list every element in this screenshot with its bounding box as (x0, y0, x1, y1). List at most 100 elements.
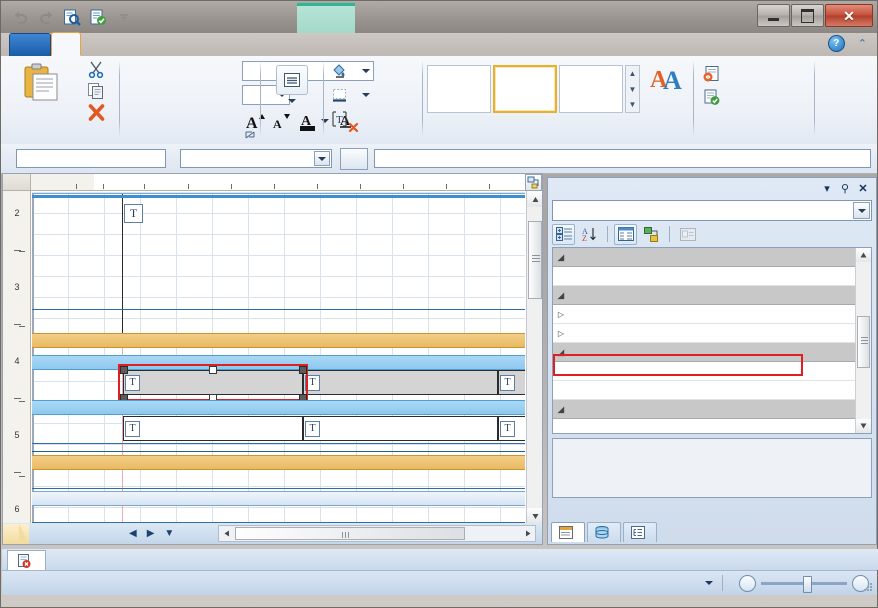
pin-icon[interactable]: ⚲ (838, 181, 852, 195)
close-icon[interactable]: ✕ (856, 181, 870, 195)
zoom-thumb[interactable] (803, 576, 812, 593)
close-button[interactable]: ✕ (825, 4, 873, 27)
scroll-thumb-horizontal[interactable] (235, 527, 465, 540)
scroll-down-icon[interactable] (856, 419, 871, 433)
detail-cell-2[interactable]: T (303, 416, 498, 441)
page-list-icon[interactable]: ▼ (164, 528, 174, 539)
expander-icon[interactable]: ◢ (553, 348, 569, 357)
property-row-name[interactable] (553, 267, 871, 286)
expander-icon[interactable]: ◢ (553, 405, 569, 414)
detail-cell-3[interactable]: T (498, 416, 525, 441)
undo-icon[interactable] (9, 7, 31, 28)
font-dialog-launcher[interactable] (245, 131, 256, 142)
events-view-button[interactable] (640, 224, 663, 245)
tab-view[interactable] (141, 33, 171, 56)
tab-datasources[interactable] (587, 522, 621, 542)
tab-documenttree[interactable] (623, 522, 657, 542)
band-end-databand1[interactable] (32, 455, 525, 470)
expander-icon[interactable]: ◢ (553, 253, 569, 262)
paste-objects-button[interactable] (9, 59, 73, 105)
categorized-view-button[interactable] (552, 224, 575, 245)
border-button[interactable] (331, 87, 370, 103)
property-category-navigation[interactable]: ◢ (553, 343, 871, 362)
formula-button[interactable] (340, 148, 368, 170)
ruler-options-button[interactable] (525, 174, 542, 191)
property-category-render[interactable]: ◢ (553, 400, 871, 419)
style-item-2[interactable] (493, 65, 557, 113)
header-cell-city[interactable]: T (303, 370, 498, 395)
expander-icon[interactable]: ▷ (553, 310, 569, 319)
properties-view-button[interactable] (614, 224, 637, 245)
property-row-cangrow[interactable] (553, 419, 871, 434)
binding-combo[interactable] (180, 149, 332, 168)
formula-input[interactable] (374, 149, 871, 168)
page-prev-icon[interactable]: ◀ (129, 528, 137, 539)
validate-icon[interactable] (87, 7, 109, 28)
alphabetical-view-button[interactable]: A Z (578, 224, 601, 245)
units-selector[interactable] (700, 581, 722, 585)
scroll-up-icon[interactable] (856, 248, 871, 262)
property-row-location[interactable]: ▷ (553, 305, 871, 324)
script-browser-button[interactable] (703, 65, 725, 82)
cut-button[interactable] (87, 60, 105, 81)
property-category-layout[interactable]: ◢ (553, 286, 871, 305)
copy-button[interactable] (87, 82, 105, 103)
binding-dropdown-button[interactable] (314, 151, 330, 166)
canvas-vertical-scrollbar[interactable] (526, 191, 542, 524)
band-detail1[interactable] (32, 400, 525, 415)
canvas-horizontal-scrollbar[interactable] (218, 525, 536, 542)
redo-icon[interactable] (35, 7, 57, 28)
styles-scroll-down-icon[interactable]: ▼ (626, 82, 639, 97)
scroll-thumb[interactable] (857, 316, 870, 368)
zoom-slider[interactable] (739, 575, 877, 592)
property-row-hyperlink[interactable] (553, 381, 871, 400)
page-next-icon[interactable]: ▶ (147, 528, 155, 539)
preview-icon[interactable] (61, 7, 83, 28)
resize-handle-nw[interactable] (120, 366, 128, 374)
tab-error-list[interactable] (7, 550, 46, 571)
report-designer-canvas[interactable]: 2 3 4 5 6 T (2, 173, 543, 542)
styles-more-icon[interactable]: ▼ (626, 97, 639, 112)
properties-object-dropdown[interactable] (853, 202, 870, 219)
tab-format[interactable] (171, 33, 201, 56)
resize-handle-n[interactable] (209, 366, 217, 374)
tab-file[interactable] (9, 33, 51, 56)
expander-icon[interactable]: ▷ (553, 329, 569, 338)
textbox-marker[interactable]: T (124, 204, 143, 223)
scroll-thumb-vertical[interactable] (528, 221, 542, 299)
property-row-bookmark[interactable] (553, 362, 871, 381)
minimize-button[interactable] (757, 4, 790, 27)
styles-scroll-up-icon[interactable]: ▲ (626, 66, 639, 81)
property-row-size[interactable]: ▷ (553, 324, 871, 343)
name-input[interactable] (16, 149, 166, 168)
band-report-header[interactable] (32, 192, 525, 194)
scroll-up-icon[interactable] (527, 191, 543, 207)
tab-home[interactable] (51, 32, 81, 56)
delete-button[interactable] (88, 104, 105, 124)
page-tab-page1[interactable] (3, 524, 29, 544)
collapse-ribbon-icon[interactable]: ⌃ (858, 37, 867, 50)
check-script-button[interactable] (703, 89, 725, 106)
resize-grip[interactable] (862, 581, 874, 593)
zoom-track[interactable] (761, 582, 847, 585)
customize-qat-icon[interactable] (113, 7, 135, 28)
expander-icon[interactable]: ◢ (553, 291, 569, 300)
band-databand1[interactable] (32, 333, 525, 348)
scroll-down-icon[interactable] (527, 508, 543, 524)
maximize-button[interactable] (791, 4, 824, 27)
margin-button[interactable]: T (331, 111, 353, 127)
tab-insert[interactable] (81, 33, 111, 56)
detail-cell-1[interactable]: T (123, 416, 303, 441)
style-item-3[interactable] (559, 65, 623, 113)
styles-gallery-scroll[interactable]: ▲ ▼ ▼ (625, 65, 640, 113)
band-header1[interactable] (32, 355, 525, 370)
scroll-right-icon[interactable] (520, 526, 535, 541)
tab-layout[interactable] (111, 33, 141, 56)
properties-grid[interactable]: ◢ ◢ ▷ ▷ ◢ (552, 247, 872, 434)
fill-button[interactable] (331, 63, 370, 79)
edit-style-button[interactable]: A A (645, 61, 689, 93)
header-cell-contact[interactable]: T (498, 370, 525, 395)
about-button[interactable]: ? ⌃ (828, 35, 867, 52)
resize-handle-ne[interactable] (299, 366, 307, 374)
alignment-button[interactable] (261, 61, 323, 103)
